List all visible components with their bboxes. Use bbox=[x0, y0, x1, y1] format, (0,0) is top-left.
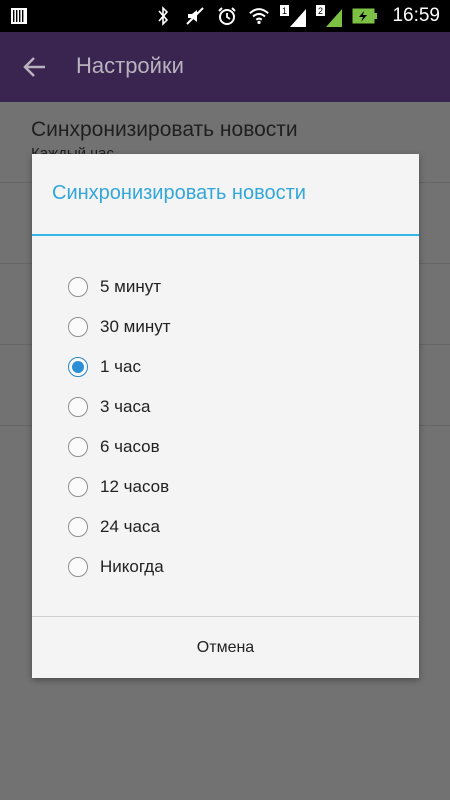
option-24-hours[interactable]: 24 часа bbox=[68, 507, 388, 547]
option-label: Никогда bbox=[100, 557, 164, 576]
option-5-minutes[interactable]: 5 минут bbox=[68, 267, 388, 307]
radio-button[interactable] bbox=[68, 397, 88, 417]
sim2-label: 2 bbox=[318, 6, 323, 16]
bluetooth-icon bbox=[152, 5, 174, 27]
radio-button-selected[interactable] bbox=[68, 357, 88, 377]
mute-icon bbox=[184, 5, 206, 27]
option-12-hours[interactable]: 12 часов bbox=[68, 467, 388, 507]
radio-button[interactable] bbox=[68, 437, 88, 457]
option-label: 12 часов bbox=[100, 477, 170, 496]
dialog-title: Синхронизировать новости bbox=[52, 182, 306, 204]
radio-button[interactable] bbox=[68, 477, 88, 497]
keyboard-icon bbox=[11, 8, 27, 24]
cancel-button[interactable]: Отмена bbox=[32, 617, 419, 678]
preference-title[interactable]: Синхронизировать новости bbox=[31, 118, 298, 142]
back-arrow-icon[interactable] bbox=[22, 54, 48, 80]
page-title: Настройки bbox=[76, 53, 184, 78]
option-label: 24 часа bbox=[100, 517, 160, 536]
option-1-hour[interactable]: 1 час bbox=[68, 347, 388, 387]
battery-charging-icon bbox=[352, 5, 378, 27]
option-label: 1 час bbox=[100, 357, 141, 376]
radio-button[interactable] bbox=[68, 517, 88, 537]
radio-button[interactable] bbox=[68, 557, 88, 577]
option-label: 5 минут bbox=[100, 277, 162, 296]
option-label: 30 минут bbox=[100, 317, 171, 336]
sync-interval-dialog: Синхронизировать новости 5 минут 30 мину… bbox=[32, 154, 419, 678]
signal-sim2-icon: 2 bbox=[316, 5, 343, 27]
app-bar: Настройки bbox=[0, 32, 450, 102]
option-3-hours[interactable]: 3 часа bbox=[68, 387, 388, 427]
option-6-hours[interactable]: 6 часов bbox=[68, 427, 388, 467]
option-30-minutes[interactable]: 30 минут bbox=[68, 307, 388, 347]
signal-sim1-icon: 1 bbox=[280, 5, 307, 27]
sim1-label: 1 bbox=[282, 6, 287, 16]
clock: 16:59 bbox=[392, 5, 440, 26]
alarm-icon bbox=[216, 5, 238, 27]
option-label: 3 часа bbox=[100, 397, 151, 416]
radio-button[interactable] bbox=[68, 317, 88, 337]
option-never[interactable]: Никогда bbox=[68, 547, 388, 587]
wifi-icon bbox=[248, 5, 270, 27]
status-bar: 1 2 16:59 bbox=[0, 0, 450, 32]
radio-button[interactable] bbox=[68, 277, 88, 297]
dialog-title-divider bbox=[32, 234, 419, 236]
option-label: 6 часов bbox=[100, 437, 160, 456]
